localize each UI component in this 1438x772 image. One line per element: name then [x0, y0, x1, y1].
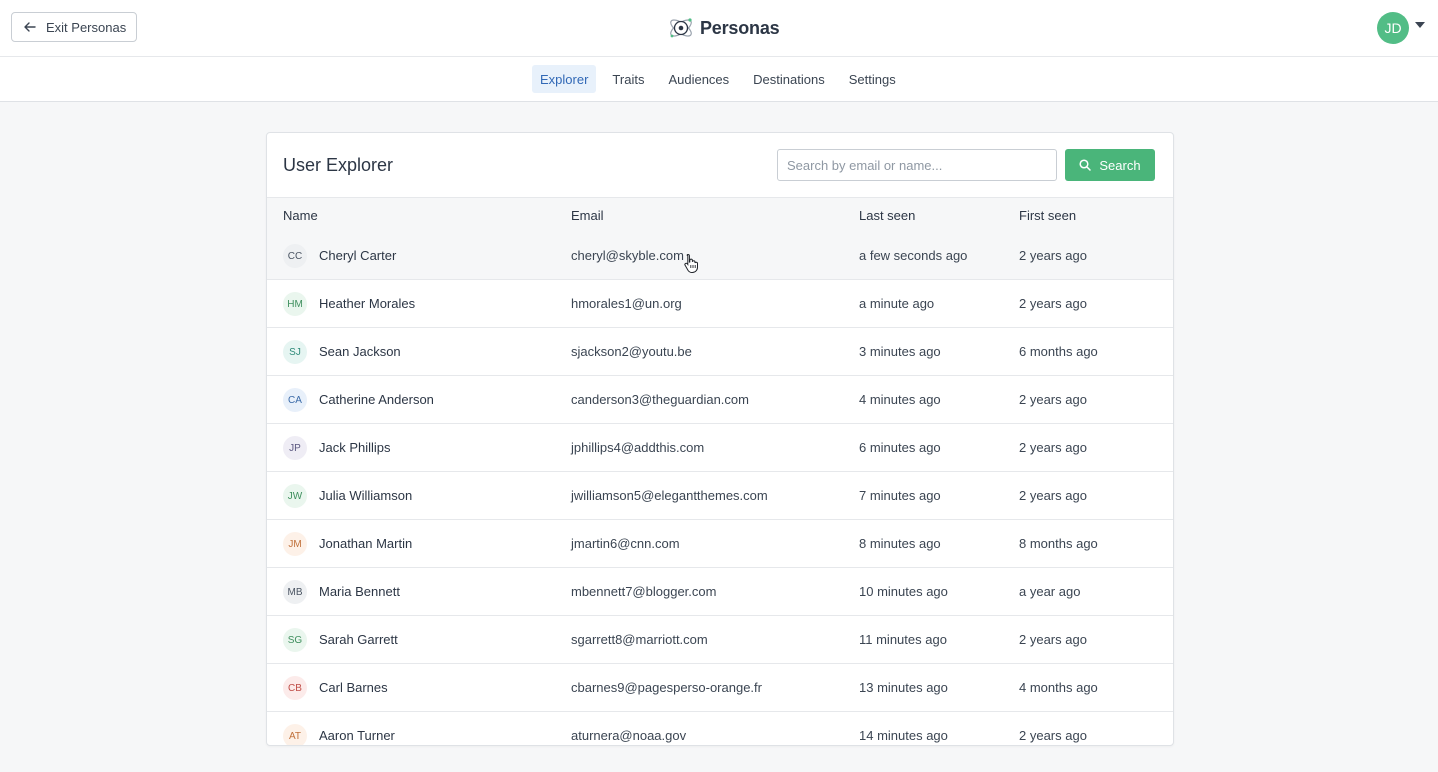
user-email: cheryl@skyble.com [571, 248, 684, 263]
user-email: sgarrett8@marriott.com [571, 632, 708, 647]
user-name: Catherine Anderson [319, 392, 434, 407]
user-name: Carl Barnes [319, 680, 388, 695]
table-row[interactable]: CA Catherine Anderson canderson3@theguardi… [267, 376, 1173, 424]
exit-personas-button[interactable]: Exit Personas [11, 12, 137, 42]
column-header-last-seen[interactable]: Last seen [859, 208, 915, 223]
user-last-seen: 7 minutes ago [859, 488, 941, 503]
user-last-seen: 3 minutes ago [859, 344, 941, 359]
table-header: Name Email Last seen First seen [267, 197, 1173, 233]
user-avatar-initials: MB [283, 580, 307, 604]
user-first-seen: a year ago [1019, 584, 1081, 599]
user-email: cbarnes9@pagesperso-orange.fr [571, 680, 762, 695]
hand-pointer-cursor-icon [684, 253, 698, 273]
chevron-down-icon[interactable] [1415, 22, 1425, 28]
user-last-seen: 14 minutes ago [859, 728, 948, 743]
user-email: sjackson2@youtu.be [571, 344, 692, 359]
table-row[interactable]: AT Aaron Turner aturnera@noaa.gov 14 minute… [267, 712, 1173, 745]
personas-logo-icon [670, 18, 692, 38]
user-last-seen: 10 minutes ago [859, 584, 948, 599]
user-avatar-initials: SG [283, 628, 307, 652]
user-email: hmorales1@un.org [571, 296, 682, 311]
tab-explorer[interactable]: Explorer [532, 65, 597, 93]
user-first-seen: 2 years ago [1019, 488, 1087, 503]
tab-settings[interactable]: Settings [841, 65, 904, 93]
search-button[interactable]: Search [1065, 149, 1155, 181]
search-button-label: Search [1099, 157, 1141, 173]
user-avatar-initials: CA [283, 388, 307, 412]
brand-name: Personas [700, 17, 780, 38]
user-name: Jonathan Martin [319, 536, 413, 551]
user-avatar[interactable]: JD [1377, 12, 1409, 44]
user-name: Julia Williamson [319, 488, 413, 503]
user-last-seen: 6 minutes ago [859, 440, 941, 455]
user-name: Jack Phillips [319, 440, 391, 455]
user-email: jmartin6@cnn.com [571, 536, 680, 551]
search-input[interactable] [777, 149, 1057, 181]
table-row[interactable]: JM Jonathan Martin jmartin6@cnn.com 8 minut… [267, 520, 1173, 568]
brand: Personas [668, 13, 780, 43]
table-row[interactable]: JW Julia Williamson jwilliamson5@elegantth… [267, 472, 1173, 520]
column-header-name[interactable]: Name [283, 208, 318, 223]
user-last-seen: a minute ago [859, 296, 935, 311]
user-avatar-initials: JP [283, 436, 307, 460]
table-row[interactable]: SG Sarah Garrett sgarrett8@marriott.com 11 … [267, 616, 1173, 664]
user-email: canderson3@theguardian.com [571, 392, 749, 407]
user-avatar-initials: JW [283, 484, 307, 508]
user-name: Maria Bennett [319, 584, 400, 599]
tab-audiences[interactable]: Audiences [660, 65, 737, 93]
nav-bar: Explorer Traits Audiences Destinations S… [0, 57, 1438, 102]
user-last-seen: 11 minutes ago [859, 632, 947, 647]
tab-traits[interactable]: Traits [604, 65, 652, 93]
user-email: jphillips4@addthis.com [571, 440, 705, 455]
user-first-seen: 2 years ago [1019, 392, 1087, 407]
user-first-seen: 6 months ago [1019, 344, 1098, 359]
user-first-seen: 2 years ago [1019, 248, 1087, 263]
user-first-seen: 2 years ago [1019, 440, 1087, 455]
column-header-first-seen[interactable]: First seen [1019, 208, 1076, 223]
user-name: Cheryl Carter [319, 248, 397, 263]
user-name: Aaron Turner [319, 728, 395, 743]
user-explorer-card: User Explorer Search Name Email Last see… [266, 132, 1174, 746]
user-avatar-initials: JM [283, 532, 307, 556]
user-email: jwilliamson5@elegantthemes.com [571, 488, 768, 503]
user-last-seen: a few seconds ago [859, 248, 968, 263]
user-last-seen: 8 minutes ago [859, 536, 941, 551]
user-name: Sarah Garrett [319, 632, 398, 647]
user-avatar-initials: HM [283, 292, 307, 316]
user-email: mbennett7@blogger.com [571, 584, 717, 599]
arrow-left-icon [24, 19, 40, 35]
user-table-body: CC Cheryl Carter cheryl@skyble.com a few se… [267, 232, 1173, 745]
tab-destinations[interactable]: Destinations [745, 65, 833, 93]
user-initials: JD [1384, 20, 1402, 36]
exit-personas-label: Exit Personas [46, 19, 127, 35]
column-header-email[interactable]: Email [571, 208, 604, 223]
user-avatar-initials: AT [283, 724, 307, 745]
user-last-seen: 4 minutes ago [859, 392, 941, 407]
user-first-seen: 2 years ago [1019, 296, 1087, 311]
nav-tabs: Explorer Traits Audiences Destinations S… [532, 65, 912, 93]
user-avatar-initials: CC [283, 244, 307, 268]
user-first-seen: 4 months ago [1019, 680, 1098, 695]
user-avatar-initials: SJ [283, 340, 307, 364]
search-icon [1079, 159, 1092, 171]
user-last-seen: 13 minutes ago [859, 680, 948, 695]
user-first-seen: 2 years ago [1019, 632, 1087, 647]
table-row[interactable]: MB Maria Bennett mbennett7@blogger.com 10 m… [267, 568, 1173, 616]
user-name: Heather Morales [319, 296, 416, 311]
page-title: User Explorer [283, 155, 394, 175]
user-email: aturnera@noaa.gov [571, 728, 687, 743]
table-row[interactable]: HM Heather Morales hmorales1@un.org a minut… [267, 280, 1173, 328]
table-row[interactable]: CC Cheryl Carter cheryl@skyble.com a few se… [267, 232, 1173, 280]
user-avatar-initials: CB [283, 676, 307, 700]
top-bar: Exit Personas Personas JD [0, 0, 1438, 57]
user-first-seen: 8 months ago [1019, 536, 1098, 551]
user-name: Sean Jackson [319, 344, 401, 359]
user-first-seen: 2 years ago [1019, 728, 1087, 743]
table-row[interactable]: CB Carl Barnes cbarnes9@pagesperso-orange.… [267, 664, 1173, 712]
table-row[interactable]: SJ Sean Jackson sjackson2@youtu.be 3 minute… [267, 328, 1173, 376]
table-row[interactable]: JP Jack Phillips jphillips4@addthis.com 6 m… [267, 424, 1173, 472]
